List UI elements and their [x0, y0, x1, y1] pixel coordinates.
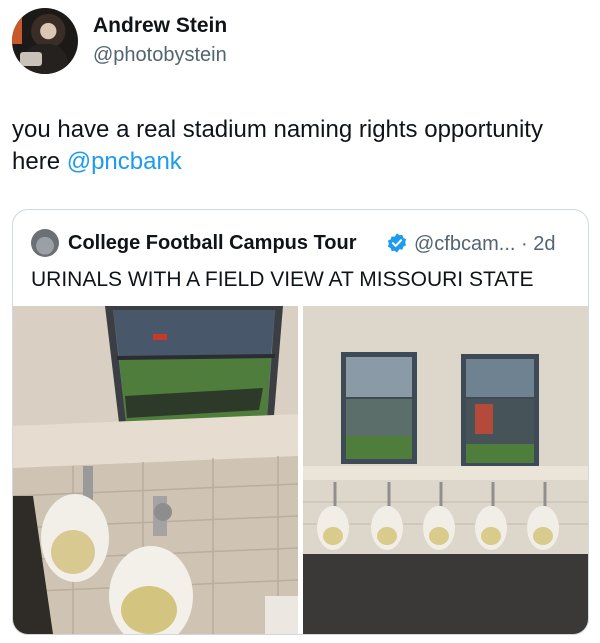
tweet-text: you have a real stadium naming rights op… [12, 114, 588, 178]
mention-link[interactable]: @pncbank [67, 148, 182, 175]
quoted-tweet-card[interactable]: College Football Campus Tour @cfbcam... … [12, 209, 589, 635]
photo-1-illustration [13, 306, 298, 634]
quoted-author-name[interactable]: College Football Campus Tour [68, 232, 357, 255]
urinal-field-window-photo-2[interactable] [303, 306, 588, 634]
quoted-tweet-text: URINALS WITH A FIELD VIEW AT MISSOURI ST… [31, 268, 534, 291]
author-display-name[interactable]: Andrew Stein [93, 14, 227, 38]
urinal-field-window-photo-1[interactable] [13, 306, 298, 634]
quoted-handle-and-time: @cfbcam... · 2d [414, 233, 556, 255]
avatar-camera [20, 52, 42, 66]
author-handle[interactable]: @photobystein [93, 44, 227, 67]
quoted-author-avatar[interactable] [31, 229, 59, 257]
verified-badge-icon [387, 233, 407, 253]
avatar-background [12, 18, 22, 44]
photo-2-illustration [303, 306, 588, 634]
author-avatar[interactable] [12, 8, 78, 74]
